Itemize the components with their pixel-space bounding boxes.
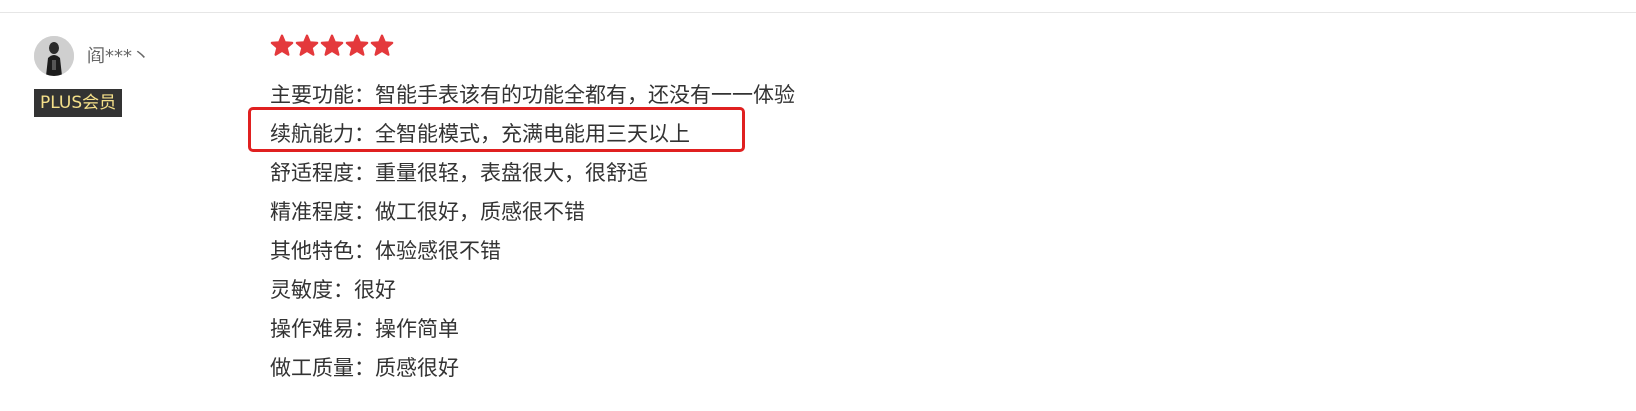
review-line: 灵敏度：很好 bbox=[270, 278, 396, 302]
avatar-icon[interactable] bbox=[34, 36, 74, 76]
review-line: 舒适程度：重量很轻，表盘很大，很舒适 bbox=[270, 161, 648, 185]
star-icon bbox=[270, 34, 294, 56]
star-icon bbox=[295, 34, 319, 56]
review-line: 操作难易：操作简单 bbox=[270, 317, 459, 341]
highlight-box bbox=[248, 107, 745, 152]
star-rating bbox=[270, 34, 394, 60]
plus-member-badge: PLUS会员 bbox=[34, 89, 123, 117]
reviewer-name: 阎***丶 bbox=[87, 46, 150, 67]
review-line: 做工质量：质感很好 bbox=[270, 356, 459, 380]
star-icon bbox=[320, 34, 344, 56]
section-divider bbox=[0, 12, 1636, 13]
review-line: 其他特色：体验感很不错 bbox=[270, 239, 501, 263]
star-icon bbox=[345, 34, 369, 56]
review-line: 精准程度：做工很好，质感很不错 bbox=[270, 200, 585, 224]
star-icon bbox=[370, 34, 394, 56]
